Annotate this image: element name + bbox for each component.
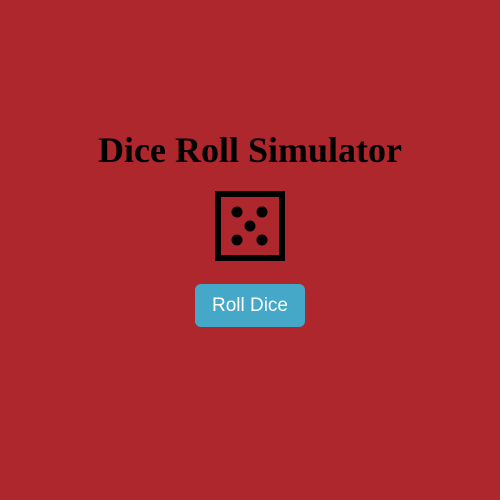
- roll-dice-button[interactable]: Roll Dice: [195, 284, 305, 327]
- die-face-5-icon: [215, 191, 285, 261]
- page-title: Dice Roll Simulator: [98, 130, 402, 170]
